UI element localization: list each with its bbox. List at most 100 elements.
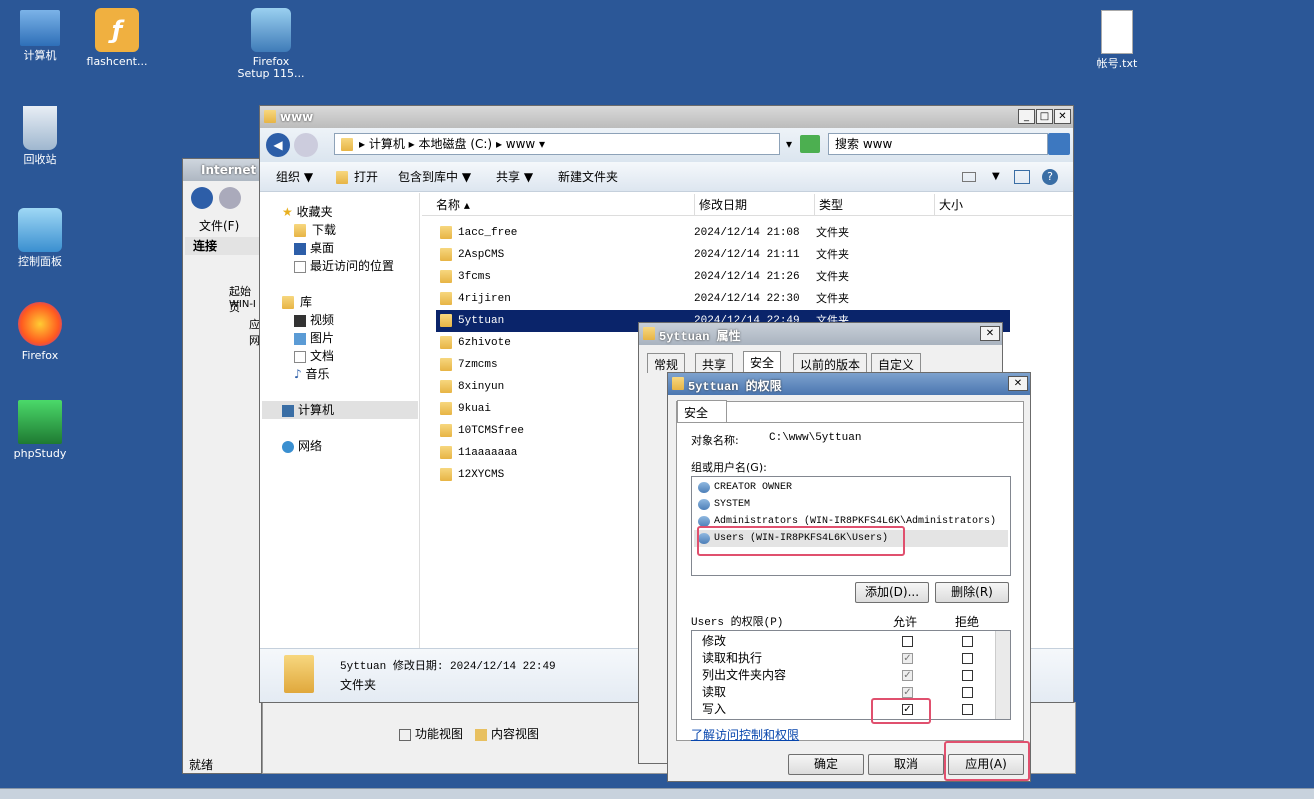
breadcrumb-computer[interactable]: 计算机 [369,137,405,151]
deny-checkbox[interactable] [962,670,973,681]
tab-security[interactable]: 安全 [743,351,782,373]
user-item[interactable]: CREATOR OWNER [694,479,1008,496]
add-button[interactable]: 添加(D)... [855,582,929,603]
recent-icon [294,260,306,273]
nav-videos[interactable]: 视频 [294,311,334,329]
desktop-icon-firefox[interactable]: Firefox [0,302,85,362]
nav-downloads[interactable]: 下载 [294,221,336,239]
share-menu[interactable]: 共享 ▼ [496,162,533,192]
menu-file[interactable]: 文件(F) [199,217,239,234]
scrollbar[interactable] [995,631,1010,719]
minimize-button[interactable]: _ [1018,109,1035,124]
folder-icon [341,138,353,151]
dropdown-arrow-icon[interactable]: ▼ [992,162,1000,192]
deny-checkbox[interactable] [962,704,973,715]
deny-checkbox[interactable] [962,687,973,698]
tab-general[interactable]: 常规 [647,353,686,373]
organize-menu[interactable]: 组织 ▼ [276,162,313,192]
close-button[interactable]: ✕ [980,326,1000,341]
view-options-icon[interactable] [962,172,976,182]
desktop-icon-firefox-setup[interactable]: Firefox Setup 115... [226,8,316,80]
tab-previous-versions[interactable]: 以前的版本 [793,353,868,373]
back-arrow-icon[interactable] [191,187,213,209]
column-size[interactable]: 大小 [934,194,1014,216]
close-button[interactable]: ✕ [1008,376,1028,391]
allow-checkbox[interactable]: ✓ [902,653,913,664]
deny-checkbox[interactable] [962,636,973,647]
back-arrow-icon[interactable]: ◀ [266,133,290,157]
column-name[interactable]: 名称 ▴ [436,194,470,216]
icon-label: flashcent... [86,55,148,68]
deny-checkbox[interactable] [962,653,973,664]
file-type: 文件夹 [816,270,849,283]
new-folder-button[interactable]: 新建文件夹 [558,162,618,192]
file-row[interactable]: 1acc_free 2024/12/14 21:08 文件夹 [436,222,1010,244]
firefox-icon [18,302,62,346]
column-type[interactable]: 类型 [814,194,934,216]
file-name: 10TCMSfree [458,425,525,437]
allow-checkbox[interactable]: ✓ [902,670,913,681]
music-icon: ♪ [294,367,302,381]
nav-recent[interactable]: 最近访问的位置 [294,257,394,275]
breadcrumb-www[interactable]: www [506,137,535,151]
folder-icon [672,377,684,390]
address-breadcrumb[interactable]: ▸ 计算机 ▸ 本地磁盘 (C:) ▸ www ▾ [334,133,780,155]
forward-arrow-icon[interactable] [294,133,318,157]
ie-window[interactable]: Internet 文件(F) 连接 起始页 WIN-I 应 网 就绪 [182,158,262,774]
nav-favorites[interactable]: ★ 收藏夹 [282,203,333,221]
forward-arrow-icon[interactable] [219,187,241,209]
tab-security[interactable]: 安全 [677,400,727,422]
view-content-label: 内容视图 [491,727,540,741]
file-name: 1acc_free [458,227,518,239]
refresh-icon[interactable] [800,135,820,153]
search-icon[interactable] [1048,133,1070,155]
nav-desktop[interactable]: 桌面 [294,239,334,257]
desktop-icon-recycle[interactable]: 回收站 [0,106,85,166]
folder-icon [440,247,452,261]
file-row[interactable]: 2AspCMS 2024/12/14 21:11 文件夹 [436,244,1010,266]
view-func-button[interactable]: 功能视图 [399,725,463,742]
remove-button[interactable]: 删除(R) [935,582,1009,603]
permissions-dialog[interactable]: 5yttuan 的权限 ✕ 安全 对象名称: C:\www\5yttuan 组或… [667,372,1031,782]
include-library-menu[interactable]: 包含到库中 ▼ [398,162,471,192]
file-name: 9kuai [458,403,492,415]
permission-name: 列出文件夹内容 [702,668,787,682]
nav-pictures[interactable]: 图片 [294,329,334,347]
cancel-button[interactable]: 取消 [868,754,944,775]
close-button[interactable]: ✕ [1054,109,1071,124]
file-row[interactable]: 4rijiren 2024/12/14 22:30 文件夹 [436,288,1010,310]
nav-music[interactable]: ♪ 音乐 [294,365,330,383]
star-icon: ★ [282,205,293,219]
file-date: 2024/12/14 21:08 [694,227,800,239]
nav-documents[interactable]: 文档 [294,347,334,365]
tab-custom[interactable]: 自定义 [871,353,922,373]
permissions-list: 修改 读取和执行 ✓ 列出文件夹内容 ✓ 读取 ✓ 写入 ✓ [691,630,1011,720]
nav-libraries[interactable]: 库 [282,293,312,311]
desktop-icon-phpstudy[interactable]: phpStudy [0,400,85,460]
desktop-icon-cpanel[interactable]: 控制面板 [0,208,85,268]
tree-item[interactable]: WIN-I [229,299,256,310]
desktop-icon-flash[interactable]: ƒ flashcent... [72,8,162,68]
tab-share[interactable]: 共享 [695,353,734,373]
desktop-icon-txt[interactable]: 帐号.txt [1072,10,1162,70]
search-input[interactable]: 搜索 www [828,133,1048,155]
icon-label: phpStudy [13,447,67,460]
nav-network[interactable]: 网络 [282,437,322,455]
help-icon[interactable]: ? [1042,169,1058,185]
file-row[interactable]: 3fcms 2024/12/14 21:26 文件夹 [436,266,1010,288]
maximize-button[interactable]: □ [1036,109,1053,124]
nav-computer[interactable]: 计算机 [262,401,418,419]
nav-label: 图片 [310,331,335,345]
allow-checkbox[interactable] [902,636,913,647]
ok-button[interactable]: 确定 [788,754,864,775]
open-button[interactable]: 打开 [336,162,378,192]
allow-checkbox[interactable]: ✓ [902,687,913,698]
folder-icon [440,269,452,283]
column-date[interactable]: 修改日期 [694,194,814,216]
view-content-button[interactable]: 内容视图 [475,725,539,742]
file-name: 6zhivote [458,337,511,349]
breadcrumb-drive[interactable]: 本地磁盘 (C:) [419,137,493,151]
preview-pane-icon[interactable] [1014,170,1030,184]
user-item[interactable]: SYSTEM [694,496,1008,513]
help-link[interactable]: 了解访问控制和权限 [691,726,799,743]
